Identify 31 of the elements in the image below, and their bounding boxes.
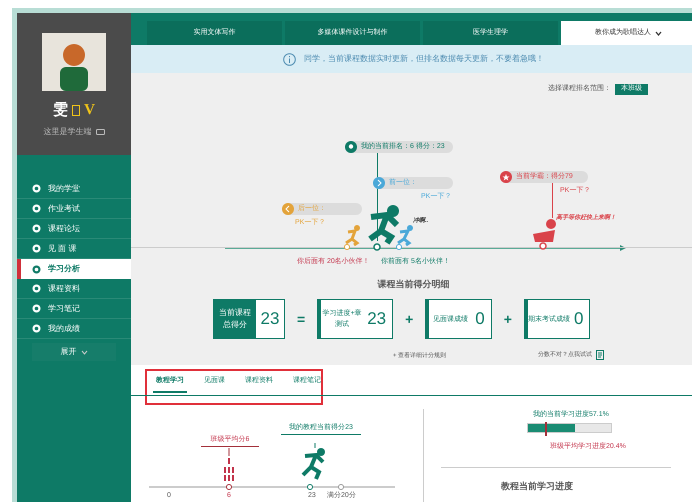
chevron-down-icon <box>655 30 662 36</box>
operator-sign: + <box>504 310 512 328</box>
nav-disc-icon <box>32 184 41 193</box>
score-title: 课程当前得分明细 <box>376 278 450 291</box>
vip-label: V <box>84 101 95 120</box>
nav-disc-icon <box>32 304 41 313</box>
switch-icon <box>96 128 104 134</box>
document-icon <box>596 350 604 360</box>
expand-button[interactable]: 展开 <box>32 343 116 361</box>
chevron-down-icon <box>80 350 88 354</box>
chevron-right-icon <box>373 177 385 189</box>
operator-sign: + <box>405 310 414 328</box>
nav-disc-icon <box>32 284 41 293</box>
nav-disc-icon <box>32 224 41 233</box>
info-icon <box>283 52 296 66</box>
nav-disc-icon <box>32 324 41 333</box>
progress-title: 教程当前学习进度 <box>501 480 573 493</box>
nav-item[interactable]: 学习分析 <box>17 259 131 279</box>
vip-box-icon <box>72 104 80 116</box>
nav-disc-icon <box>32 204 41 213</box>
nav-disc-icon <box>32 244 41 253</box>
star-icon <box>500 171 512 183</box>
notice-text: 同学，当前课程数据实时更新，但排名数据每天更新，不要着急哦！ <box>304 53 544 65</box>
user-subtitle: 这里是学生端 <box>44 126 92 138</box>
operator-sign: = <box>297 310 306 328</box>
total-score-card: 当前课程总得分 23 <box>213 299 285 339</box>
avatar-picture <box>42 33 106 91</box>
user-name: 雯 <box>53 100 68 120</box>
nav-disc-icon <box>32 264 41 274</box>
chevron-left-icon <box>282 203 294 215</box>
people-icon <box>222 448 236 484</box>
